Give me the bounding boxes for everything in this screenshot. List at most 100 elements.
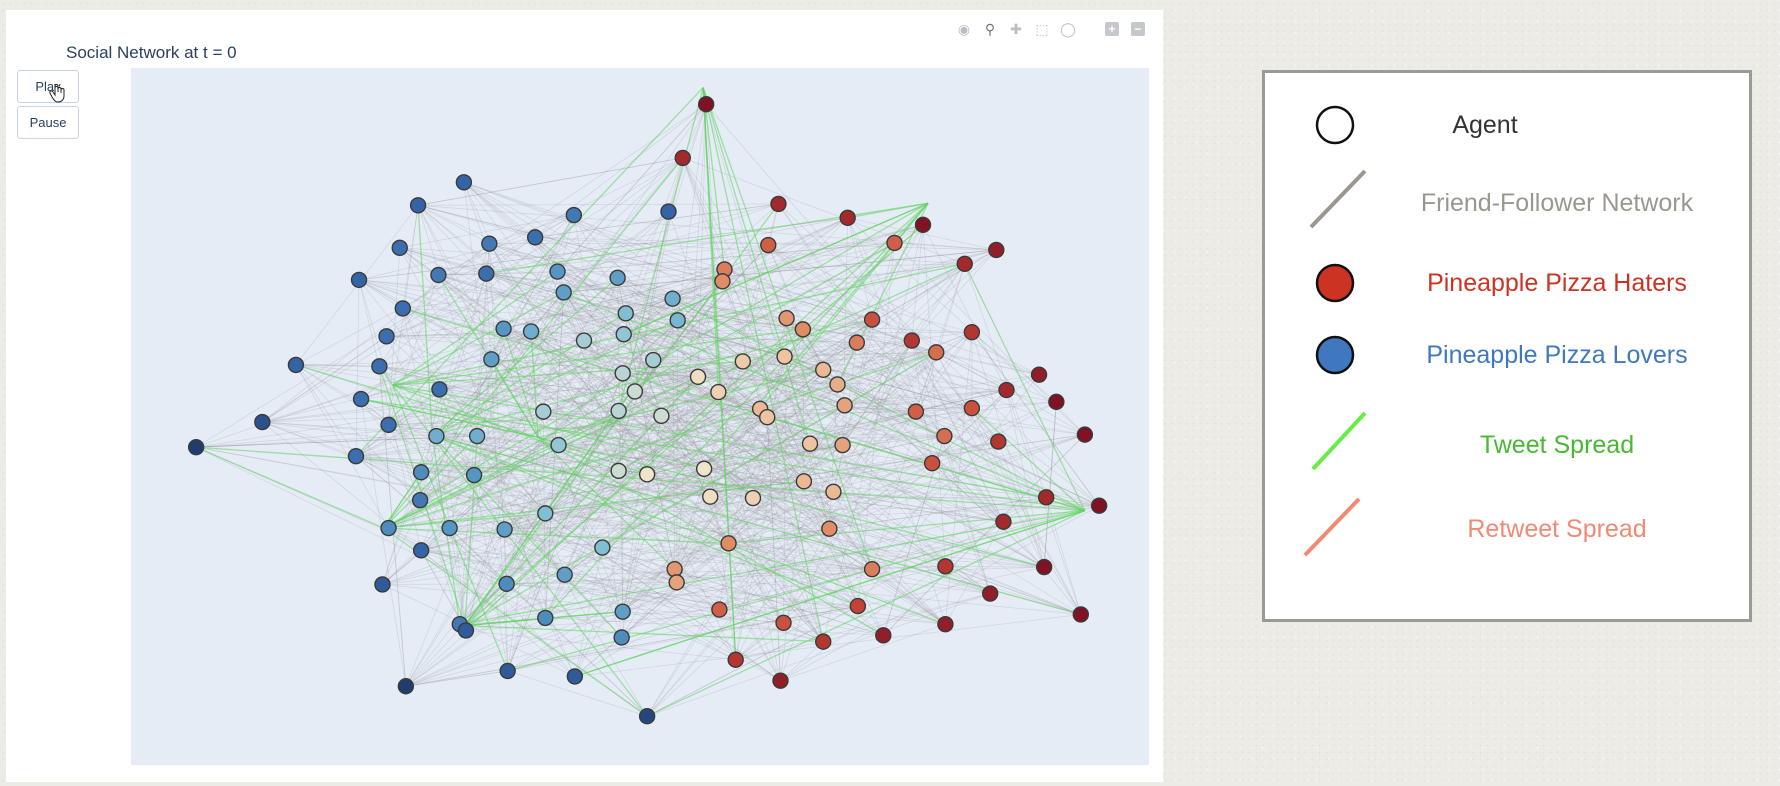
agent-node[interactable] (775, 614, 792, 632)
agent-node[interactable] (526, 229, 544, 246)
agent-node[interactable] (638, 466, 656, 483)
agent-node[interactable] (981, 585, 999, 602)
agent-node[interactable] (720, 535, 737, 552)
agent-node[interactable] (923, 454, 941, 472)
agent-node[interactable] (617, 305, 634, 322)
agent-node[interactable] (549, 263, 566, 280)
agent-node[interactable] (594, 539, 611, 556)
agent-node[interactable] (936, 427, 953, 445)
agent-node[interactable] (483, 351, 500, 368)
agent-node[interactable] (710, 383, 727, 401)
agent-node[interactable] (770, 195, 787, 213)
agent-node[interactable] (609, 269, 626, 286)
agent-node[interactable] (1072, 606, 1089, 623)
agent-node[interactable] (535, 403, 552, 420)
agent-node[interactable] (411, 491, 429, 509)
agent-node[interactable] (537, 609, 554, 627)
agent-node[interactable] (914, 216, 932, 234)
agent-node[interactable] (638, 708, 656, 725)
agent-node[interactable] (886, 234, 903, 252)
agent-node[interactable] (1048, 393, 1065, 411)
agent-node[interactable] (498, 575, 515, 592)
agent-node[interactable] (613, 629, 630, 646)
agent-node[interactable] (550, 436, 567, 454)
agent-node[interactable] (744, 489, 762, 507)
agent-node[interactable] (875, 627, 892, 644)
agent-node[interactable] (697, 96, 715, 113)
agent-node[interactable] (412, 542, 430, 559)
agent-node[interactable] (1076, 426, 1094, 443)
agent-node[interactable] (380, 416, 397, 434)
agent-node[interactable] (556, 566, 573, 583)
play-button[interactable]: Play (17, 70, 79, 103)
agent-node[interactable] (821, 520, 838, 537)
agent-node[interactable] (468, 427, 486, 445)
agent-node[interactable] (772, 672, 789, 689)
agent-node[interactable] (995, 513, 1012, 530)
agent-node[interactable] (478, 265, 495, 282)
agent-node[interactable] (496, 521, 513, 538)
lasso-icon[interactable]: ◯ (1057, 18, 1079, 40)
agent-node[interactable] (610, 402, 627, 420)
agent-node[interactable] (660, 203, 677, 220)
agent-node[interactable] (674, 149, 691, 167)
agent-node[interactable] (836, 397, 853, 414)
agent-node[interactable] (834, 436, 851, 454)
agent-node[interactable] (565, 206, 583, 224)
agent-node[interactable] (614, 603, 631, 620)
agent-node[interactable] (430, 266, 447, 284)
agent-node[interactable] (380, 519, 397, 537)
box-select-icon[interactable]: ⬚ (1031, 18, 1053, 40)
agent-node[interactable] (391, 239, 408, 257)
agent-node[interactable] (711, 601, 728, 618)
agent-node[interactable] (963, 323, 981, 341)
agent-node[interactable] (610, 462, 627, 480)
agent-node[interactable] (495, 320, 512, 337)
agent-node[interactable] (848, 334, 866, 351)
agent-node[interactable] (760, 236, 777, 254)
agent-node[interactable] (522, 323, 540, 340)
agent-node[interactable] (669, 312, 686, 329)
pan-icon[interactable]: ✚ (1005, 18, 1027, 40)
agent-node[interactable] (907, 403, 925, 420)
agent-node[interactable] (575, 332, 593, 349)
agent-node[interactable] (378, 328, 395, 345)
network-graph[interactable] (131, 68, 1149, 765)
agent-node[interactable] (815, 361, 832, 379)
agent-node[interactable] (664, 290, 681, 307)
agent-node[interactable] (653, 407, 670, 425)
agent-node[interactable] (455, 174, 473, 191)
agent-node[interactable] (903, 332, 921, 349)
agent-node[interactable] (695, 460, 713, 477)
agent-node[interactable] (352, 390, 370, 408)
agent-node[interactable] (666, 560, 683, 578)
agent-node[interactable] (795, 473, 813, 490)
agent-node[interactable] (350, 271, 368, 289)
agent-node[interactable] (714, 273, 731, 290)
agent-node[interactable] (1090, 497, 1108, 514)
agent-node[interactable] (937, 558, 954, 575)
agent-node[interactable] (374, 576, 391, 593)
agent-node[interactable] (457, 622, 475, 639)
agent-node[interactable] (963, 399, 981, 417)
agent-node[interactable] (702, 488, 719, 505)
agent-node[interactable] (734, 353, 752, 370)
agent-node[interactable] (441, 519, 458, 537)
agent-node[interactable] (689, 368, 707, 385)
agent-node[interactable] (537, 505, 554, 522)
agent-node[interactable] (645, 351, 662, 369)
agent-node[interactable] (626, 383, 644, 400)
agent-node[interactable] (815, 633, 832, 650)
agent-node[interactable] (499, 662, 516, 680)
agent-node[interactable] (794, 321, 812, 338)
agent-node[interactable] (1035, 558, 1053, 576)
agent-node[interactable] (727, 651, 744, 668)
agent-node[interactable] (1037, 489, 1055, 506)
agent-node[interactable] (988, 241, 1005, 259)
agent-node[interactable] (287, 356, 305, 374)
agent-node[interactable] (428, 427, 445, 445)
agent-node[interactable] (839, 209, 856, 227)
agent-node[interactable] (998, 381, 1015, 399)
agent-node[interactable] (615, 326, 632, 343)
agent-node[interactable] (481, 235, 498, 252)
